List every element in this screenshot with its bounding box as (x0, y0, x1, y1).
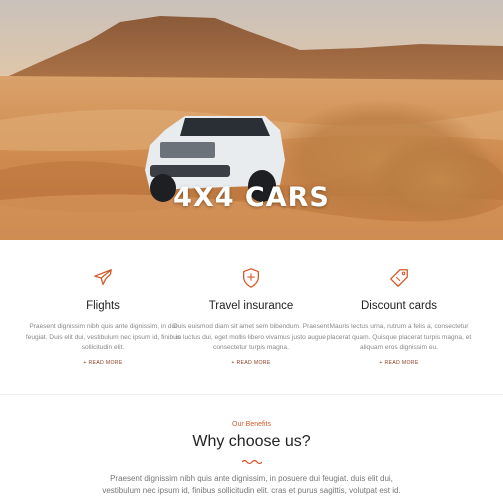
shield-icon (243, 268, 259, 288)
section-title: Why choose us? (192, 433, 311, 450)
read-more-link[interactable]: + READ MORE (28, 360, 178, 366)
feature-description: Mauris lectus urna, rutrum a felis a, co… (326, 323, 472, 351)
airplane-icon (94, 269, 112, 286)
hero-title: 4X4 CARS (173, 182, 330, 213)
feature-title: Discount cards (360, 300, 438, 312)
read-more-link[interactable]: + READ MORE (176, 360, 326, 366)
feature-description: Duis euismod diam sit amet sem bibendum.… (172, 323, 330, 351)
feature-title: Flights (86, 300, 120, 312)
read-more-link[interactable]: + READ MORE (324, 360, 474, 366)
discount-tag-icon (390, 269, 408, 287)
feature-title: Travel insurance (208, 300, 294, 312)
hero-banner: 4X4 CARS (0, 0, 503, 240)
feature-description: Praesent dignissim nibh quis ante dignis… (25, 323, 181, 351)
benefits-description: Praesent dignissim nibh quis ante dignis… (102, 474, 401, 495)
benefits-section: Our Benefits Why choose us? Praesent dig… (0, 395, 503, 503)
features-section: Flights Praesent dignissim nibh quis ant… (0, 240, 503, 395)
section-eyebrow: Our Benefits (232, 421, 271, 428)
wave-divider-icon (242, 459, 262, 465)
